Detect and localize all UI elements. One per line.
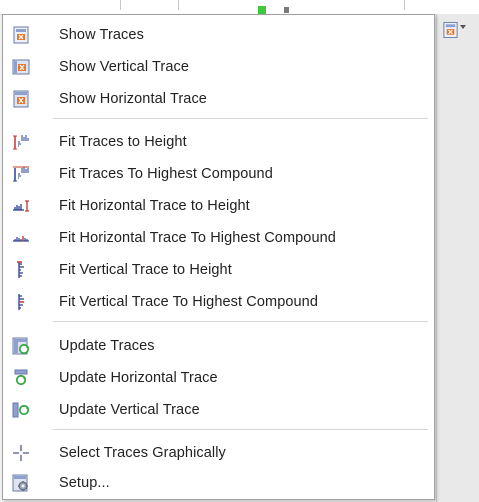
menu-item-fit-traces-to-highest-compound[interactable]: Fit Traces To Highest Compound [3,160,434,188]
crosshair-icon [12,444,30,462]
menu-item-fit-horizontal-trace-to-height[interactable]: Fit Horizontal Trace to Height [3,192,434,220]
fit-traces-highest-icon [12,165,30,183]
update-traces-icon [12,337,30,355]
menu-item-label: Show Horizontal Trace [59,91,207,107]
toolbar-tick [404,0,405,10]
menu-item-label: Fit Horizontal Trace to Height [59,198,250,214]
menu-item-show-vertical-trace[interactable]: Show Vertical Trace [3,53,434,81]
show-traces-dropdown-button[interactable] [442,20,466,40]
fit-vertical-highest-icon [12,293,30,311]
status-indicator-dark [284,7,289,13]
menu-item-label: Fit Horizontal Trace To Highest Compound [59,230,336,246]
menu-item-fit-vertical-trace-to-highest-compound[interactable]: Fit Vertical Trace To Highest Compound [3,288,434,316]
menu-item-update-traces[interactable]: Update Traces [3,332,434,360]
show-horizontal-trace-icon [12,90,30,108]
menu-separator [53,429,428,430]
context-menu: Show Traces Show Vertical Trace Show Hor… [2,14,435,500]
menu-item-setup[interactable]: Setup... [3,469,434,497]
menu-item-label: Update Vertical Trace [59,402,200,418]
chevron-down-icon [460,25,466,29]
menu-item-fit-vertical-trace-to-height[interactable]: Fit Vertical Trace to Height [3,256,434,284]
menu-item-label: Setup... [59,475,110,491]
show-vertical-trace-icon [12,58,30,76]
menu-item-label: Fit Traces To Highest Compound [59,166,273,182]
fit-horizontal-highest-icon [12,229,30,247]
menu-item-update-vertical-trace[interactable]: Update Vertical Trace [3,396,434,424]
toolbar-tick [120,0,121,10]
right-side-panel [436,14,479,502]
menu-item-fit-horizontal-trace-to-highest-compound[interactable]: Fit Horizontal Trace To Highest Compound [3,224,434,252]
menu-item-label: Show Vertical Trace [59,59,190,75]
menu-item-update-horizontal-trace[interactable]: Update Horizontal Trace [3,364,434,392]
menu-item-fit-traces-to-height[interactable]: Fit Traces to Height [3,128,434,156]
setup-icon [12,474,30,492]
menu-separator [53,321,428,322]
menu-item-label: Fit Traces to Height [59,134,187,150]
menu-item-label: Select Traces Graphically [59,445,226,461]
background-toolbar [0,0,479,15]
toolbar-tick [178,0,179,10]
menu-separator [53,118,428,119]
menu-item-label: Update Horizontal Trace [59,370,218,386]
menu-item-show-traces[interactable]: Show Traces [3,21,434,49]
menu-item-show-horizontal-trace[interactable]: Show Horizontal Trace [3,85,434,113]
update-horizontal-trace-icon [12,369,30,387]
menu-item-label: Update Traces [59,338,155,354]
menu-item-label: Fit Vertical Trace to Height [59,262,232,278]
status-indicator-green [258,6,266,14]
update-vertical-trace-icon [12,401,30,419]
fit-traces-height-icon [12,133,30,151]
menu-item-select-traces-graphically[interactable]: Select Traces Graphically [3,439,434,467]
fit-vertical-height-icon [12,261,30,279]
show-traces-icon [443,21,458,39]
show-traces-icon [12,26,30,44]
menu-item-label: Fit Vertical Trace To Highest Compound [59,294,319,310]
fit-horizontal-height-icon [12,197,30,215]
menu-item-label: Show Traces [59,27,144,43]
